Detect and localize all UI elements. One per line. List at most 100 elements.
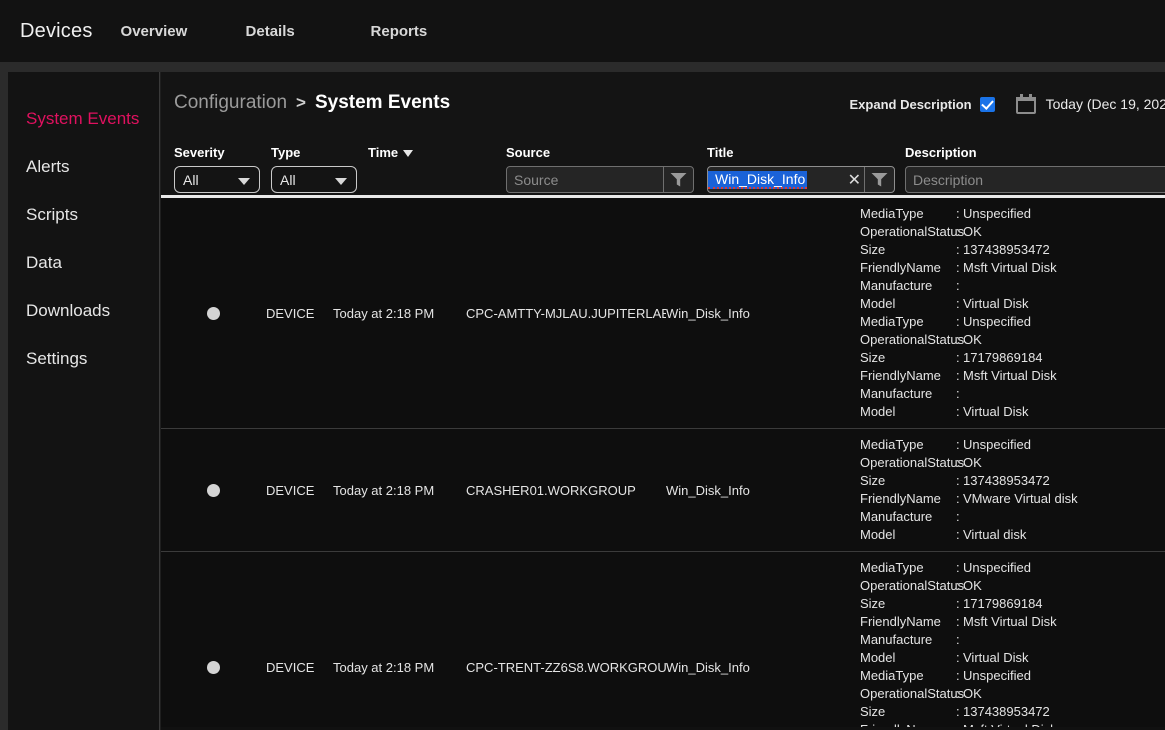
description-key: OperationalStatus — [860, 224, 965, 239]
chevron-down-icon — [335, 178, 347, 185]
description-line: Size:137438953472 — [860, 241, 1165, 259]
description-value: Unspecified — [963, 668, 1031, 683]
sidebar-item-data[interactable]: Data — [8, 239, 159, 287]
description-value: OK — [963, 686, 982, 701]
source-cell: CRASHER01.WORKGROUP — [466, 482, 636, 498]
description-colon: : — [956, 332, 960, 347]
description-colon: : — [956, 668, 960, 683]
description-colon: : — [956, 314, 960, 329]
description-line: MediaType: Unspecified — [860, 205, 1165, 223]
sidebar: System Events Alerts Scripts Data Downlo… — [8, 72, 160, 730]
breadcrumb-configuration[interactable]: Configuration — [174, 92, 287, 114]
description-key: OperationalStatus — [860, 455, 965, 470]
table-row[interactable]: DEVICE Today at 2:18 PM CRASHER01.WORKGROU… — [161, 429, 1165, 552]
sidebar-item-label: Alerts — [26, 157, 70, 176]
clear-x-icon[interactable]: ✕ — [845, 170, 864, 190]
severity-dot-icon — [207, 306, 220, 320]
description-key: Size — [860, 704, 886, 719]
description-colon: : — [956, 260, 960, 275]
description-colon: : — [956, 509, 960, 524]
app-title: Devices — [20, 19, 93, 42]
description-line: Size:137438953472 — [860, 472, 1165, 490]
description-colon: : — [956, 404, 960, 419]
table-row[interactable]: DEVICE Today at 2:18 PM CPC-TRENT-ZZ6S8.WO… — [161, 552, 1165, 727]
expand-description-checkbox[interactable] — [979, 96, 995, 112]
description-line: Manufacture: — [860, 508, 1165, 526]
description-value: Msft Virtual Disk — [963, 614, 1057, 629]
filter-type-label: Type — [271, 144, 301, 160]
description-key: OperationalStatus — [860, 686, 965, 701]
filter-type: Type All — [271, 140, 357, 193]
description-line: OperationalStatus: OK — [860, 577, 1165, 595]
description-colon: : — [956, 491, 960, 506]
description-colon: : — [956, 632, 960, 647]
sidebar-item-alerts[interactable]: Alerts — [8, 143, 159, 191]
top-nav-links: Overview Details Reports — [121, 23, 496, 40]
description-value — [963, 508, 1165, 526]
type-dropdown[interactable]: All — [271, 166, 357, 193]
description-value — [963, 277, 1165, 295]
description-key: FriendlyName — [860, 260, 941, 275]
description-colon: : — [956, 614, 960, 629]
description-filter-input[interactable]: Description — [905, 166, 1165, 193]
tab-overview[interactable]: Overview — [121, 23, 246, 40]
description-key: FriendlyName — [860, 721, 956, 727]
description-line: Model: Virtual Disk — [860, 403, 1165, 421]
breadcrumb-separator-icon: > — [296, 93, 306, 112]
filter-description: Description Description — [905, 140, 1165, 193]
severity-dropdown-value: All — [183, 171, 199, 188]
sidebar-item-downloads[interactable]: Downloads — [8, 287, 159, 335]
filter-severity: Severity All — [174, 140, 260, 193]
severity-dot-icon — [207, 660, 220, 674]
description-key: Model — [860, 527, 896, 542]
sidebar-item-system-events[interactable]: System Events — [8, 95, 159, 143]
description-line: Size:137438953472 — [860, 703, 1165, 721]
funnel-icon[interactable] — [871, 172, 888, 187]
severity-dropdown[interactable]: All — [174, 166, 260, 193]
description-value — [963, 385, 1165, 403]
source-input-placeholder: Source — [514, 171, 559, 188]
description-value: VMware Virtual disk — [963, 491, 1078, 506]
table-row[interactable]: DEVICE Today at 2:18 PM CPC-AMTTY-MJLAU.JU… — [161, 198, 1165, 429]
description-value: Msft Virtual Disk — [963, 721, 1165, 727]
description-line: Model: Virtual Disk — [860, 295, 1165, 313]
description-colon: : — [956, 386, 960, 401]
description-key: OperationalStatus — [860, 332, 965, 347]
expand-description-label: Expand Description — [849, 96, 972, 112]
funnel-icon[interactable] — [670, 172, 687, 187]
filter-source: Source Source — [506, 140, 694, 193]
description-colon: : — [956, 650, 960, 665]
time-cell: Today at 2:18 PM — [333, 482, 435, 498]
calendar-icon[interactable] — [1015, 94, 1036, 114]
description-value: Virtual Disk — [963, 404, 1029, 419]
sidebar-item-settings[interactable]: Settings — [8, 335, 159, 383]
description-value: 17179869184 — [963, 596, 1043, 611]
description-key: Model — [860, 404, 896, 419]
sort-descending-icon[interactable] — [403, 149, 414, 157]
time-cell: Today at 2:18 PM — [333, 659, 435, 675]
sidebar-item-label: Settings — [26, 349, 88, 368]
description-colon: : — [956, 242, 960, 257]
description-colon: : — [956, 527, 960, 542]
description-value: OK — [963, 578, 982, 593]
sidebar-item-label: System Events — [26, 109, 140, 128]
description-colon: : — [956, 578, 960, 593]
sidebar-item-scripts[interactable]: Scripts — [8, 191, 159, 239]
filter-bar: Severity All Type All Time Source Source — [161, 140, 1165, 198]
title-filter-input[interactable]: Win_Disk_Info ✕ — [707, 166, 895, 193]
description-line: Manufacture: — [860, 631, 1165, 649]
top-navigation-bar: Devices Overview Details Reports — [0, 0, 1165, 62]
filter-time-header[interactable]: Time — [368, 140, 414, 164]
date-range-label[interactable]: Today (Dec 19, 202 — [1046, 96, 1165, 112]
tab-reports[interactable]: Reports — [371, 23, 496, 40]
tab-details[interactable]: Details — [246, 23, 371, 40]
description-key: MediaType — [860, 668, 924, 683]
filter-title-label: Title — [707, 144, 734, 160]
events-table[interactable]: DEVICE Today at 2:18 PM CPC-AMTTY-MJLAU.JU… — [161, 198, 1165, 727]
description-line: MediaType: Unspecified — [860, 559, 1165, 577]
description-colon: : — [956, 278, 960, 293]
page-title: System Events — [314, 92, 451, 113]
filter-description-label: Description — [905, 144, 977, 160]
severity-dot-icon — [207, 483, 220, 497]
source-filter-input[interactable]: Source — [506, 166, 694, 193]
